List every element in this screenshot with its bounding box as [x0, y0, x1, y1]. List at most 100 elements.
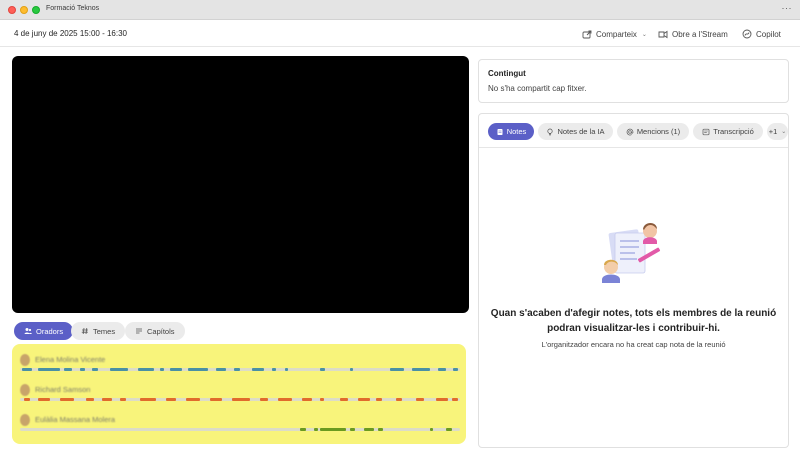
speaking-segment[interactable]: [364, 428, 374, 431]
speaking-segment[interactable]: [285, 368, 288, 371]
chevron-down-icon: ⌄: [781, 129, 787, 135]
speaker-track[interactable]: [20, 398, 460, 401]
speaking-segment[interactable]: [166, 398, 176, 401]
speaker-track[interactable]: [20, 428, 460, 431]
lightbulb-icon: [547, 128, 553, 135]
speaking-segment[interactable]: [320, 368, 325, 371]
speaking-segment[interactable]: [314, 428, 318, 431]
speaking-segment[interactable]: [378, 428, 383, 431]
speaking-segment[interactable]: [436, 398, 448, 401]
speaking-segment[interactable]: [302, 398, 312, 401]
tab-chapters[interactable]: Capítols: [125, 322, 185, 340]
meeting-header: 4 de juny de 2025 15:00 - 16:30 Comparte…: [0, 21, 800, 47]
speaking-segment[interactable]: [188, 368, 208, 371]
speaking-segment[interactable]: [86, 398, 94, 401]
speaking-segment[interactable]: [300, 428, 306, 431]
speaking-segment[interactable]: [160, 368, 164, 371]
list-icon: [136, 328, 142, 334]
speaking-segment[interactable]: [38, 398, 50, 401]
speaking-segment[interactable]: [252, 368, 264, 371]
speaker-row[interactable]: Elena Molina Vicente: [20, 354, 460, 374]
speaker-name: Eulàlia Massana Molera: [35, 415, 116, 424]
tab-more[interactable]: +1 ⌄: [767, 123, 788, 140]
minimize-window-button[interactable]: [20, 6, 28, 14]
speaking-segment[interactable]: [186, 398, 200, 401]
stream-icon: [658, 30, 668, 39]
speaking-segment[interactable]: [92, 368, 98, 371]
video-player[interactable]: [12, 56, 469, 313]
speaking-segment[interactable]: [278, 398, 292, 401]
speaker-track[interactable]: [20, 368, 460, 371]
speaker-name: Richard Samson: [35, 385, 91, 394]
tab-more-label: +1: [768, 127, 778, 136]
more-options-icon[interactable]: ···: [782, 3, 793, 13]
stream-label: Obre a l'Stream: [672, 29, 728, 39]
close-window-button[interactable]: [8, 6, 16, 14]
speaking-segment[interactable]: [138, 368, 154, 371]
copilot-button[interactable]: Copilot: [742, 27, 781, 41]
speaking-segment[interactable]: [120, 398, 126, 401]
speaking-segment[interactable]: [210, 398, 222, 401]
tab-ai-notes[interactable]: Notes de la IA: [538, 123, 613, 140]
tab-speakers[interactable]: Oradors: [14, 322, 74, 340]
speaking-segment[interactable]: [110, 368, 128, 371]
maximize-window-button[interactable]: [32, 6, 40, 14]
speaking-segment[interactable]: [216, 368, 226, 371]
share-button[interactable]: Comparteix ⌄: [582, 27, 647, 41]
share-icon: [582, 30, 592, 39]
speaking-segment[interactable]: [350, 368, 353, 371]
speaking-segment[interactable]: [453, 368, 458, 371]
tab-mentions[interactable]: Mencions (1): [617, 123, 689, 140]
speaking-segment[interactable]: [376, 398, 382, 401]
speaking-segment[interactable]: [24, 398, 30, 401]
speaker-row[interactable]: Richard Samson: [20, 384, 460, 404]
speaking-segment[interactable]: [80, 368, 85, 371]
speaking-segment[interactable]: [416, 398, 424, 401]
speaker-name: Elena Molina Vicente: [35, 355, 106, 364]
content-empty-message: No s'ha compartit cap fitxer.: [488, 84, 587, 93]
notes-panel: Notes Notes de la IA Mencions (1) Transc…: [478, 113, 789, 448]
notes-illustration: [602, 223, 661, 283]
speaking-segment[interactable]: [320, 428, 346, 431]
speaking-segment[interactable]: [22, 368, 32, 371]
avatar: [20, 414, 30, 426]
window-title: Formació Teknos: [46, 5, 100, 12]
chevron-down-icon: ⌄: [641, 31, 647, 38]
speaking-segment[interactable]: [452, 398, 458, 401]
tab-topics[interactable]: Temes: [71, 322, 126, 340]
speaking-segment[interactable]: [38, 368, 60, 371]
speaking-segment[interactable]: [358, 398, 370, 401]
speaker-row[interactable]: Eulàlia Massana Molera: [20, 414, 460, 434]
meeting-date: 4 de juny de 2025 15:00 - 16:30: [14, 29, 127, 38]
speaking-segment[interactable]: [234, 368, 240, 371]
open-in-stream-button[interactable]: Obre a l'Stream: [658, 27, 728, 41]
tab-transcript[interactable]: Transcripció: [693, 123, 763, 140]
speaking-segment[interactable]: [260, 398, 268, 401]
tab-chapters-label: Capítols: [147, 326, 175, 336]
speaking-segment[interactable]: [64, 368, 72, 371]
copilot-icon: [742, 29, 752, 39]
speaking-segment[interactable]: [60, 398, 74, 401]
speaking-segment[interactable]: [446, 428, 452, 431]
hashtag-icon: [81, 327, 88, 335]
speaking-segment[interactable]: [430, 428, 433, 431]
speakers-timeline: Elena Molina Vicente Richard Samson Eulà…: [12, 344, 466, 444]
speaking-segment[interactable]: [272, 368, 276, 371]
notes-empty-title: Quan s'acaben d'afegir notes, tots els m…: [490, 308, 777, 334]
speaking-segment[interactable]: [412, 368, 430, 371]
speaking-segment[interactable]: [320, 398, 324, 401]
speaking-segment[interactable]: [390, 368, 404, 371]
speaking-segment[interactable]: [140, 398, 156, 401]
tab-topics-label: Temes: [93, 326, 116, 336]
speaking-segment[interactable]: [102, 398, 112, 401]
tab-notes[interactable]: Notes: [488, 123, 534, 140]
content-panel: Contingut No s'ha compartit cap fitxer.: [478, 59, 789, 103]
speaking-segment[interactable]: [396, 398, 402, 401]
people-icon: [24, 328, 32, 334]
speaking-segment[interactable]: [438, 368, 446, 371]
speaking-segment[interactable]: [170, 368, 182, 371]
speaking-segment[interactable]: [350, 428, 355, 431]
tab-mentions-label: Mencions (1): [636, 127, 681, 136]
speaking-segment[interactable]: [232, 398, 250, 401]
speaking-segment[interactable]: [340, 398, 348, 401]
